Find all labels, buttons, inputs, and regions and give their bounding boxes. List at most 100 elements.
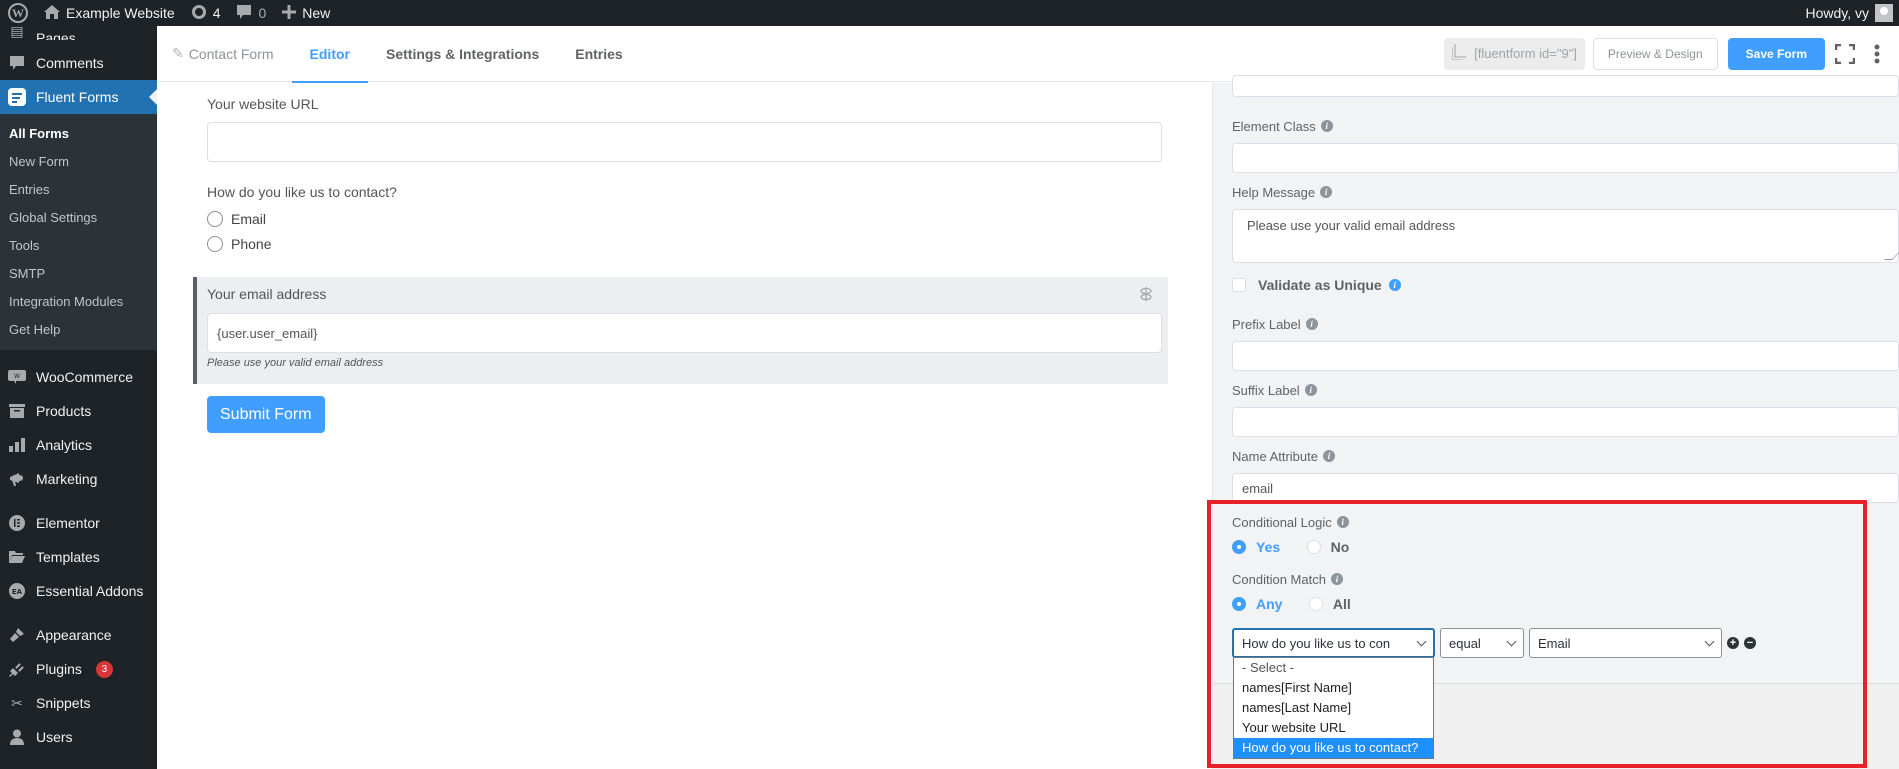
site-name-link[interactable]: Example Website [36,0,183,26]
info-icon[interactable]: i [1320,186,1333,198]
info-icon[interactable]: i [1336,516,1349,528]
shortcode-copy-button[interactable]: [fluentform id="9"] [1444,37,1585,70]
contact-option-email[interactable]: Email [207,206,1162,231]
radio-button[interactable] [207,210,223,227]
conditional-logic-no[interactable]: No [1306,539,1349,555]
sidebar-item-essential-addons[interactable]: EA Essential Addons [0,574,157,608]
submenu-tools[interactable]: Tools [0,232,157,260]
dropdown-option[interactable]: Your website URL [1234,718,1433,738]
svg-text:EA: EA [12,588,23,596]
info-icon[interactable]: i [1330,573,1343,585]
condition-match-any[interactable]: Any [1232,596,1282,612]
radio-button[interactable] [1232,597,1246,611]
info-icon[interactable]: i [1323,450,1335,462]
submenu-entries[interactable]: Entries [0,176,157,204]
sidebar-item-plugins[interactable]: Plugins 3 [0,652,157,686]
sidebar-item-fluent-forms[interactable]: Fluent Forms [0,80,157,114]
copy-icon [1451,44,1467,63]
conditional-logic-yes[interactable]: Yes [1232,539,1280,555]
tab-entries[interactable]: Entries [557,26,640,82]
submenu-smtp[interactable]: SMTP [0,260,157,288]
my-account-menu[interactable]: Howdy, vy [1797,0,1899,26]
fullscreen-icon[interactable] [1833,42,1857,66]
condition-operator-select[interactable]: equal [1440,628,1524,658]
info-icon[interactable]: i [1305,318,1318,330]
new-content-link[interactable]: New [274,0,338,26]
info-icon[interactable]: i [1388,279,1401,291]
more-options-icon[interactable] [1865,42,1889,66]
scissors-icon: ✂ [11,694,23,711]
validate-unique-checkbox[interactable] [1232,278,1246,292]
dropdown-option[interactable]: names[First Name] [1234,678,1433,698]
radio-button[interactable] [1232,540,1246,554]
sidebar-item-woocommerce[interactable]: W WooCommerce [0,360,157,394]
sidebar-item-pages[interactable]: ▤ Pages [0,26,157,40]
website-url-input[interactable] [207,122,1162,162]
radio-button[interactable] [1306,540,1321,554]
tab-editor[interactable]: Editor [291,26,369,83]
validate-unique-setting[interactable]: Validate as Unique i [1232,277,1899,293]
comments-link[interactable]: 0 [228,0,274,26]
save-form-button[interactable]: Save Form [1727,37,1825,70]
condition-value-select[interactable]: Email [1529,628,1722,658]
help-message-setting: Help Message i Please use your valid emai… [1232,183,1899,263]
submenu-all-forms[interactable]: All Forms [0,120,157,148]
info-icon[interactable]: i [1304,384,1317,396]
plus-icon [282,4,297,22]
wp-logo-menu[interactable]: W [0,0,36,26]
sidebar-item-snippets[interactable]: ✂ Snippets [0,686,157,720]
updates-link[interactable]: 4 [183,0,229,26]
archive-icon [8,402,26,420]
contact-method-field[interactable]: How do you like us to contact? Email Pho… [207,184,1162,256]
email-help-text: Please use your valid email address [207,357,384,369]
submenu-get-help[interactable]: Get Help [0,316,157,344]
suffix-label-input[interactable] [1232,407,1899,437]
fluent-forms-submenu: All Forms New Form Entries Global Settin… [0,114,157,350]
sidebar-item-appearance[interactable]: Appearance [0,618,157,652]
sidebar-item-comments[interactable]: Comments [0,46,157,80]
bar-chart-icon [8,436,26,454]
name-attribute-input[interactable]: email [1232,473,1899,503]
sidebar-item-marketing[interactable]: Marketing [0,462,157,496]
email-field-selected[interactable]: Your email address {user.user_email} Ple… [193,277,1168,384]
add-condition-icon[interactable]: + [1727,637,1739,649]
sidebar-item-users[interactable]: Users [0,720,157,754]
sidebar-item-templates[interactable]: Templates [0,540,157,574]
contact-option-phone[interactable]: Phone [207,231,1162,256]
plug-icon [8,660,26,678]
info-icon[interactable]: i [1320,120,1333,132]
submenu-integration-modules[interactable]: Integration Modules [0,288,157,316]
help-message-textarea[interactable]: Please use your valid email address [1232,209,1899,263]
updates-icon [191,4,207,23]
email-input[interactable]: {user.user_email} [207,313,1162,353]
previous-field-input[interactable] [1232,75,1899,97]
website-url-field[interactable]: Your website URL [207,96,1162,162]
tab-settings-integrations[interactable]: Settings & Integrations [368,26,557,82]
sidebar-item-products[interactable]: Products [0,394,157,428]
remove-condition-icon[interactable]: − [1744,637,1756,649]
sidebar-item-elementor[interactable]: Elementor [0,506,157,540]
dropdown-option-highlighted[interactable]: How do you like us to contact? [1234,738,1433,758]
chevron-down-icon [1704,636,1715,646]
field-settings-icon[interactable] [1140,287,1152,306]
condition-field-dropdown: - Select - names[First Name] names[Last … [1233,657,1434,759]
sidebar-item-analytics[interactable]: Analytics [0,428,157,462]
new-label: New [302,5,331,21]
form-name-tab[interactable]: ✎ Contact Form [157,26,292,82]
preview-design-button[interactable]: Preview & Design [1592,37,1718,70]
dropdown-option[interactable]: - Select - [1234,658,1433,678]
prefix-label-input[interactable] [1232,341,1899,371]
greeting: Howdy, vy [1805,5,1869,21]
woocommerce-icon: W [8,368,26,386]
condition-field-select[interactable]: How do you like us to con [1232,628,1435,658]
radio-button[interactable] [207,235,223,252]
condition-match-all[interactable]: All [1308,596,1351,612]
submenu-new-form[interactable]: New Form [0,148,157,176]
submenu-global-settings[interactable]: Global Settings [0,204,157,232]
dropdown-option[interactable]: names[Last Name] [1234,698,1433,718]
radio-button[interactable] [1308,597,1323,611]
submit-form-button[interactable]: Submit Form [207,396,325,433]
comments-count: 0 [258,5,267,21]
home-icon [44,4,60,22]
element-class-input[interactable] [1232,143,1899,173]
